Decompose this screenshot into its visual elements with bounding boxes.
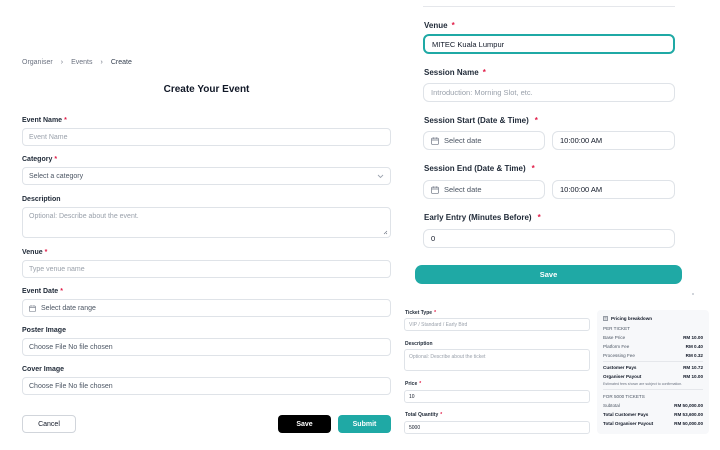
event-name-input[interactable]: Event Name xyxy=(22,128,391,146)
subtotal-row: Subtotal RM 50,000.00 xyxy=(603,403,703,408)
session-start-date-picker[interactable]: Select date xyxy=(423,131,545,150)
calendar-icon xyxy=(431,136,439,145)
calendar-icon xyxy=(431,185,439,194)
description-textarea[interactable]: Optional: Describe about the event. xyxy=(22,207,391,238)
total-organiser-payout-row: Total Organiser Payout RM 50,000.00 xyxy=(603,421,703,426)
session-name-input[interactable]: Introduction: Morning Slot, etc. xyxy=(423,83,675,102)
price-input[interactable]: 10 xyxy=(404,390,590,403)
pricing-note: Estimated fees shown are subject to conf… xyxy=(603,382,683,386)
session-end-date-picker[interactable]: Select date xyxy=(423,180,545,199)
category-label: Category * xyxy=(22,156,58,163)
event-date-picker[interactable]: Select date range xyxy=(22,299,391,317)
receipt-icon xyxy=(603,316,608,321)
session-venue-input[interactable]: MITEC Kuala Lumpur xyxy=(423,34,675,54)
session-end-label: Session End (Date & Time) * xyxy=(424,164,535,173)
breadcrumb-separator: › xyxy=(100,59,103,66)
total-customer-pays-row: Total Customer Pays RM 53,600.00 xyxy=(603,412,703,417)
session-start-time-input[interactable]: 10:00:00 AM xyxy=(552,131,675,150)
total-quantity-input[interactable]: 5000 xyxy=(404,421,590,434)
chevron-down-icon xyxy=(377,174,384,178)
cover-image-file-input[interactable]: Choose File No file chosen xyxy=(22,377,391,395)
category-select[interactable]: Select a category xyxy=(22,167,391,185)
page-title: Create Your Event xyxy=(163,84,250,95)
session-start-label: Session Start (Date & Time) * xyxy=(424,116,538,125)
breadcrumb-events[interactable]: Events xyxy=(71,59,92,66)
cancel-button[interactable]: Cancel xyxy=(22,415,76,433)
resize-handle-icon[interactable] xyxy=(383,230,388,235)
per-ticket-heading: PER TICKET xyxy=(603,326,630,331)
description-label: Description xyxy=(22,196,61,203)
poster-image-file-input[interactable]: Choose File No file chosen xyxy=(22,338,391,356)
organiser-payout-row: Organiser Payout RM 10.00 xyxy=(603,374,703,379)
cover-image-label: Cover Image xyxy=(22,366,65,373)
save-button[interactable]: Save xyxy=(278,415,331,433)
panel-top-divider xyxy=(423,6,675,7)
session-venue-label: Venue * xyxy=(424,21,455,30)
venue-input[interactable]: Type venue name xyxy=(22,260,391,278)
total-quantity-label: Total Quantity * xyxy=(405,412,443,418)
event-date-label: Event Date * xyxy=(22,288,63,295)
event-name-label: Event Name * xyxy=(22,117,67,124)
pricing-divider xyxy=(603,361,703,362)
session-end-time-input[interactable]: 10:00:00 AM xyxy=(552,180,675,199)
poster-image-label: Poster Image xyxy=(22,327,66,334)
calendar-icon xyxy=(29,304,36,312)
pricing-breakdown-panel: Pricing breakdown PER TICKET Base Price R… xyxy=(597,310,709,434)
early-entry-input[interactable]: 0 xyxy=(423,229,675,248)
ticket-type-input[interactable]: VIP / Standard / Early Bird xyxy=(404,318,590,331)
panel-divider-mark xyxy=(692,293,694,295)
pricing-divider xyxy=(603,389,703,390)
breadcrumb-organiser[interactable]: Organiser xyxy=(22,59,53,66)
submit-button[interactable]: Submit xyxy=(338,415,391,433)
session-name-label: Session Name * xyxy=(424,68,486,77)
processing-fee-row: Processing Fee RM 0.32 xyxy=(603,353,703,358)
ticket-description-textarea[interactable]: Optional: Describe about the ticket xyxy=(404,349,590,371)
pricing-title: Pricing breakdown xyxy=(603,316,703,321)
ticket-description-label: Description xyxy=(405,341,433,347)
base-price-row: Base Price RM 10.00 xyxy=(603,335,703,340)
customer-pays-row: Customer Pays RM 10.72 xyxy=(603,365,703,370)
price-label: Price * xyxy=(405,381,422,387)
early-entry-label: Early Entry (Minutes Before) * xyxy=(424,213,541,222)
breadcrumb: Organiser › Events › Create xyxy=(22,59,132,66)
breadcrumb-create: Create xyxy=(110,59,132,66)
breadcrumb-separator: › xyxy=(60,59,64,66)
for-tickets-heading: FOR 5000 TICKETS xyxy=(603,394,645,399)
ticket-type-label: Ticket Type * xyxy=(405,310,437,316)
venue-label: Venue * xyxy=(22,249,48,256)
platform-fee-row: Platform Fee RM 0.40 xyxy=(603,344,703,349)
session-save-button[interactable]: Save xyxy=(415,265,682,284)
